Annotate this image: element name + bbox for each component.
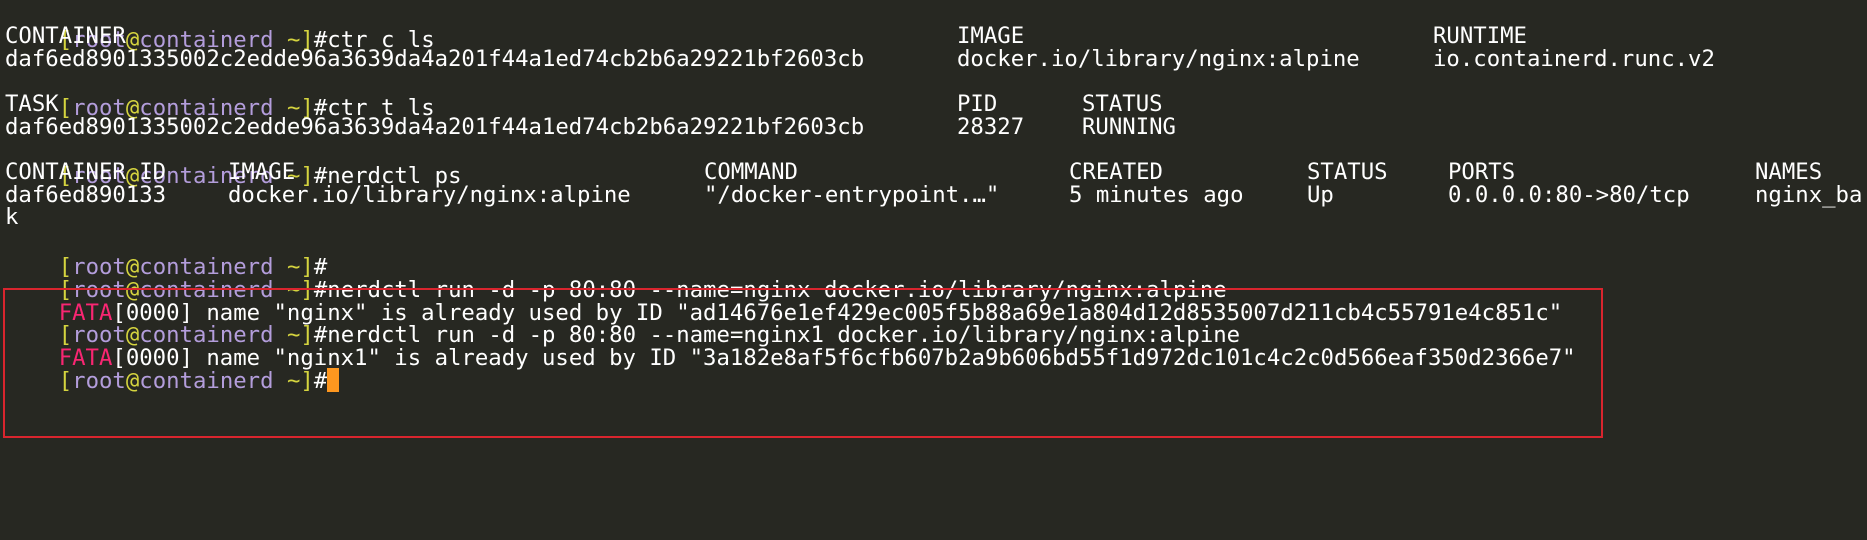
prompt-host: containerd <box>139 368 274 394</box>
prompt-bracket: ] <box>300 368 314 394</box>
cell-status: Up <box>1307 182 1334 208</box>
cell-status: RUNNING <box>1082 114 1176 140</box>
prompt-user: root <box>72 368 126 394</box>
prompt-bracket: [ <box>58 368 73 394</box>
cell-runtime: io.containerd.runc.v2 <box>1433 46 1715 72</box>
prompt: [root@containerd ~]# <box>59 368 328 394</box>
prompt-dir: ~ <box>273 368 301 394</box>
cell-command: "/docker-entrypoint.…" <box>704 182 1000 208</box>
cell-image: docker.io/library/nginx:alpine <box>957 46 1360 72</box>
cell-pid: 28327 <box>957 114 1025 140</box>
cell-image: docker.io/library/nginx:alpine <box>228 182 631 208</box>
ps-data-row: daf6ed890133 docker.io/library/nginx:alp… <box>5 182 1865 209</box>
active-command-line[interactable]: [root@containerd ~]# <box>5 341 340 394</box>
text-cursor[interactable] <box>327 368 340 392</box>
cell-ports: 0.0.0.0:80->80/tcp <box>1448 182 1690 208</box>
prompt-symbol: # <box>313 368 328 394</box>
prompt-at: @ <box>125 368 140 394</box>
cell-container-id: daf6ed890133 <box>5 182 167 208</box>
cell-created: 5 minutes ago <box>1069 182 1244 208</box>
terminal-window[interactable]: [root@containerd ~]#ctr c ls CONTAINER I… <box>0 0 1867 540</box>
cell-names: nginx_ba <box>1755 182 1863 208</box>
